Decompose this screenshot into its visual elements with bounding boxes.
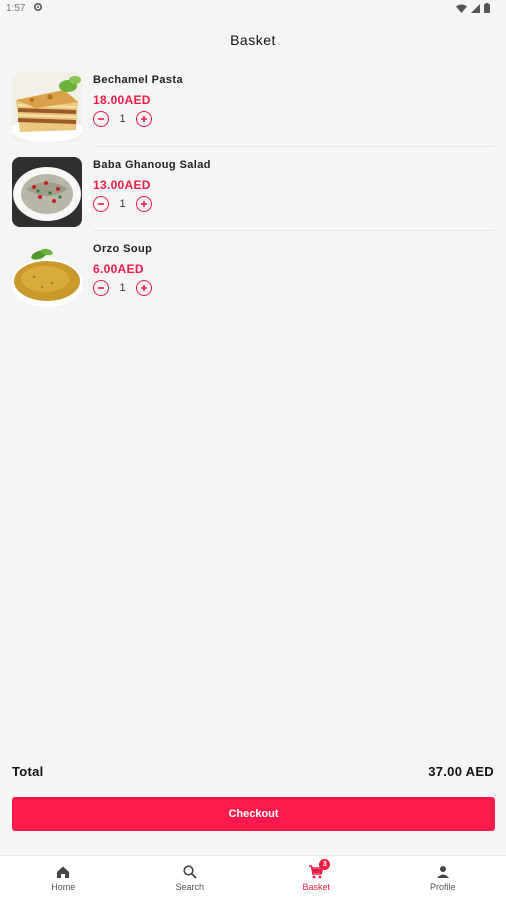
minus-icon: [98, 287, 104, 289]
increase-quantity-button[interactable]: [136, 195, 152, 212]
plus-icon: [141, 285, 147, 291]
wifi-icon: [456, 4, 467, 13]
quantity-value: 1: [119, 197, 126, 210]
quantity-stepper: 1: [93, 280, 152, 296]
cart-icon: 3: [308, 859, 331, 880]
bottom-navigation: Home Search 3 Basket Profile: [0, 855, 506, 900]
quantity-stepper: 1: [93, 111, 152, 127]
item-price: 18.00AED: [93, 93, 151, 107]
basket-item: Baba Ghanoug Salad 13.00AED 1: [0, 147, 506, 231]
person-icon: [435, 864, 451, 880]
gear-icon: [33, 2, 43, 15]
cart-count-badge: 3: [319, 859, 331, 870]
basket-item: Bechamel Pasta 18.00AED 1: [0, 62, 506, 147]
nav-label-home: Home: [51, 882, 76, 892]
status-bar: 1:57: [0, 0, 506, 18]
status-icons: [456, 3, 490, 13]
decrease-quantity-button[interactable]: [93, 280, 109, 296]
total-label: Total: [12, 764, 44, 779]
increase-quantity-button[interactable]: [136, 280, 152, 296]
decrease-quantity-button[interactable]: [93, 195, 109, 212]
minus-icon: [98, 118, 104, 120]
quantity-value: 1: [119, 113, 126, 125]
battery-icon: [484, 3, 490, 13]
page-title: Basket: [230, 32, 276, 48]
nav-item-profile[interactable]: Profile: [380, 856, 506, 900]
nav-item-search[interactable]: Search: [127, 856, 254, 900]
minus-icon: [98, 202, 104, 205]
item-image-bechamel-pasta: [12, 72, 82, 142]
nav-label-profile: Profile: [429, 882, 456, 892]
nav-label-search: Search: [175, 882, 205, 892]
decrease-quantity-button[interactable]: [93, 111, 109, 127]
item-name: Orzo Soup: [93, 243, 153, 255]
item-image-baba-ghanoug-salad: [12, 156, 82, 227]
item-image-orzo-soup: [12, 241, 82, 311]
basket-list: Bechamel Pasta 18.00AED 1 Baba Ghanoug S…: [0, 62, 506, 316]
item-price: 13.00AED: [93, 177, 151, 192]
top-app-bar: Basket: [0, 18, 506, 62]
increase-quantity-button[interactable]: [136, 111, 152, 127]
plus-icon: [141, 200, 147, 207]
plus-icon: [141, 116, 147, 122]
checkout-button[interactable]: Checkout: [12, 797, 495, 831]
basket-item: Orzo Soup 6.00AED 1: [0, 231, 506, 316]
basket-screen: 1:57 Basket Bechamel Pasta 18.00AED 1 Ba…: [0, 0, 506, 900]
item-name: Bechamel Pasta: [93, 74, 183, 86]
status-time: 1:57: [6, 3, 26, 14]
quantity-value: 1: [119, 282, 126, 294]
quantity-stepper: 1: [93, 195, 152, 212]
total-row: Total 37.00 AED: [12, 764, 494, 780]
item-name: Baba Ghanoug Salad: [93, 158, 211, 171]
total-value: 37.00 AED: [428, 764, 494, 779]
signal-icon: [471, 3, 480, 13]
nav-label-basket: Basket: [302, 882, 330, 892]
nav-item-basket[interactable]: 3 Basket: [253, 856, 380, 900]
item-price: 6.00AED: [93, 262, 144, 276]
nav-item-home[interactable]: Home: [0, 856, 127, 900]
search-icon: [182, 864, 198, 880]
home-icon: [55, 864, 71, 880]
